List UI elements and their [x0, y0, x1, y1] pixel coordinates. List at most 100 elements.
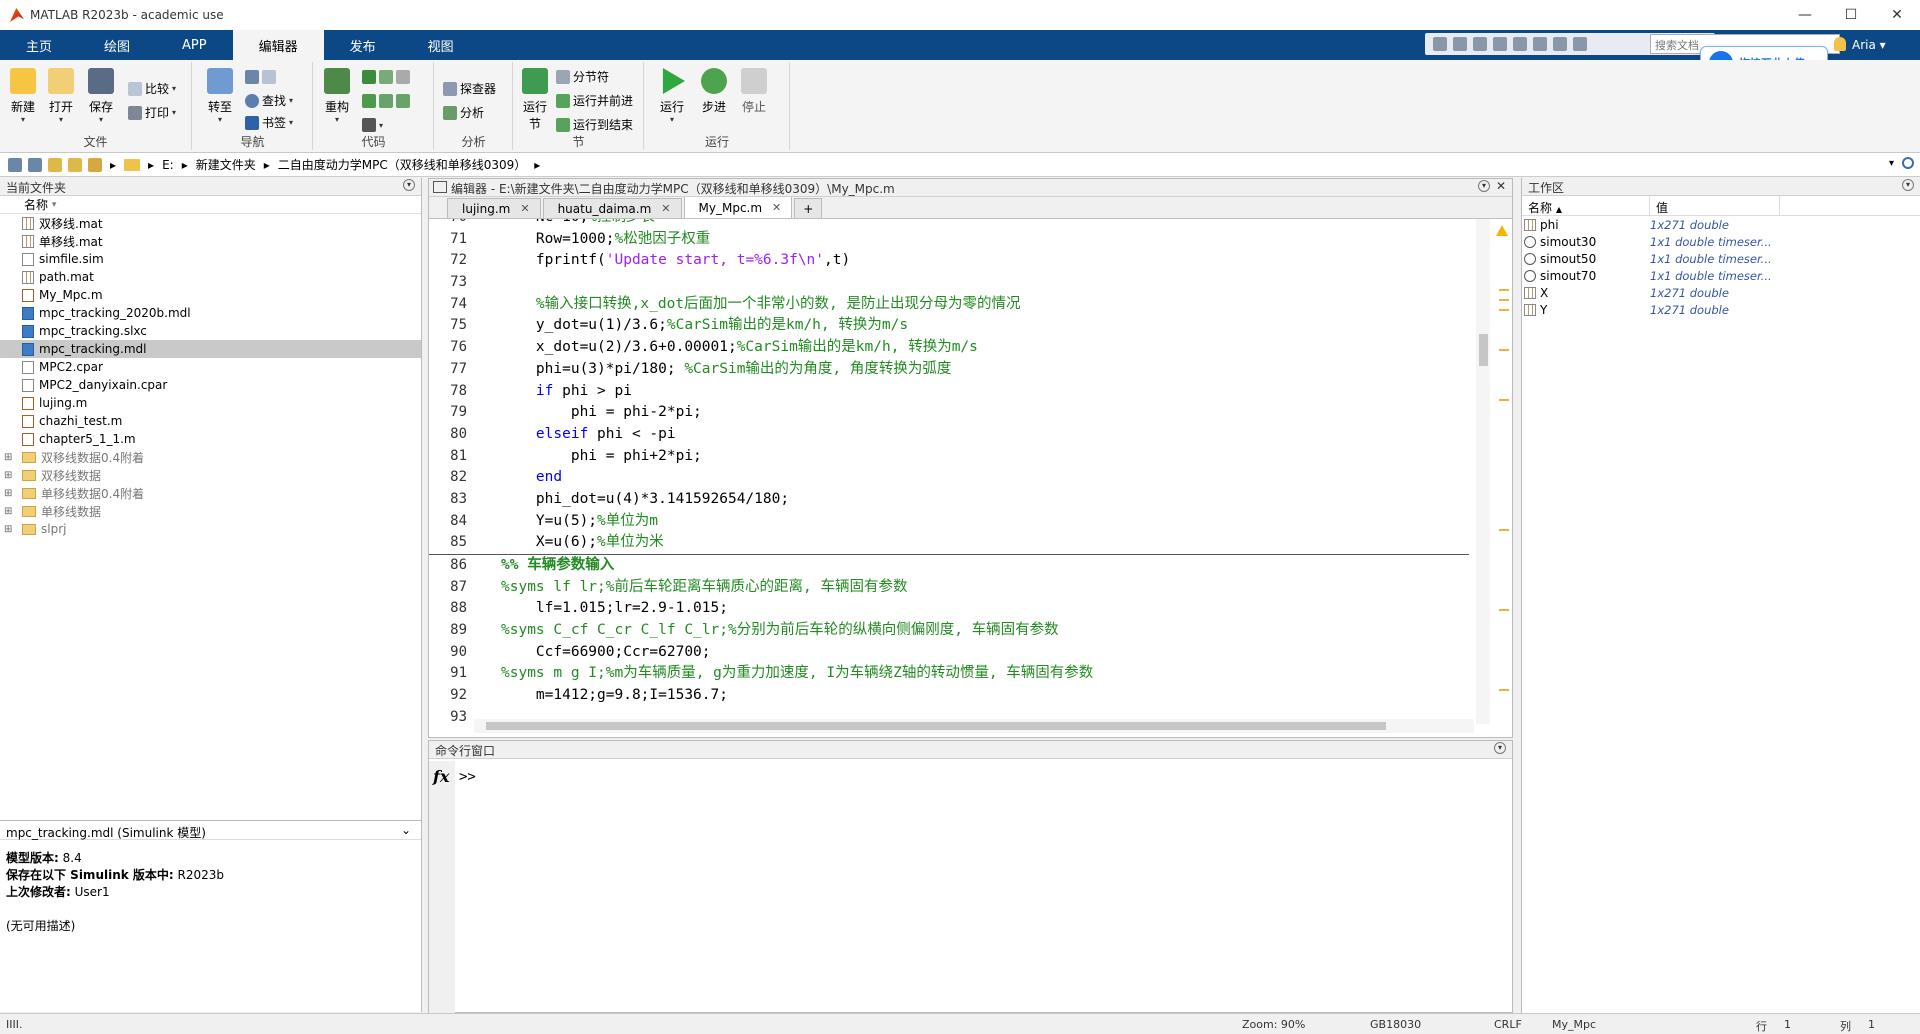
file-item[interactable]: lujing.m	[0, 394, 421, 412]
code-line[interactable]: 80 elseif phi < -pi	[429, 424, 1489, 446]
run-advance-button[interactable]: 运行并前进	[556, 92, 633, 109]
breadcrumb-folder2[interactable]: 二自由度动力学MPC（双移线和单移线0309）	[278, 156, 527, 173]
address-search-icon[interactable]	[1902, 157, 1914, 169]
refactor-button[interactable]: 重构 ▾	[320, 68, 354, 124]
code-line[interactable]: 92 m=1412;g=9.8;I=1536.7;	[429, 685, 1489, 707]
close-editor-icon[interactable]: ✕	[1496, 179, 1506, 193]
browse-icon[interactable]	[88, 157, 102, 172]
folder-item[interactable]: ⊞ 单移线数据	[0, 502, 421, 520]
chevron-down-icon[interactable]: ⌄	[401, 823, 411, 837]
file-item[interactable]: chapter5_1_1.m	[0, 430, 421, 448]
indent-buttons[interactable]	[362, 94, 410, 108]
goto-button[interactable]: 转至 ▾	[203, 68, 237, 124]
command-prompt[interactable]: >>	[459, 769, 476, 785]
file-item[interactable]: chazhi_test.m	[0, 412, 421, 430]
close-tab-icon[interactable]: ✕	[661, 202, 670, 215]
tab-apps[interactable]: APP	[156, 30, 233, 60]
expand-icon[interactable]: ⊞	[4, 452, 12, 463]
folder-item[interactable]: ⊞ 单移线数据0.4附着	[0, 484, 421, 502]
workspace-name-column[interactable]: 名称 ▲	[1522, 196, 1650, 215]
tab-huatu[interactable]: huatu_daima.m ✕	[542, 198, 682, 218]
code-line[interactable]: 70 Nc=10;%控制步长	[429, 219, 1489, 229]
save-button[interactable]: 保存 ▾	[84, 68, 118, 124]
details-header[interactable]: mpc_tracking.mdl (Simulink 模型) ⌄	[0, 820, 421, 840]
print-button[interactable]: 打印 ▾	[128, 104, 176, 121]
code-line[interactable]: 78 if phi > pi	[429, 381, 1489, 403]
file-item[interactable]: MPC2.cpar	[0, 358, 421, 376]
tab-my-mpc[interactable]: My_Mpc.m ✕	[683, 196, 793, 218]
run-button[interactable]: 运行 ▾	[655, 68, 689, 124]
workspace-variable[interactable]: simout50 1x1 double timeser...	[1522, 250, 1920, 267]
expand-icon[interactable]: ⊞	[4, 470, 12, 481]
horizontal-scrollbar[interactable]	[474, 719, 1474, 733]
file-item[interactable]: mpc_tracking.slxc	[0, 322, 421, 340]
workspace-variable[interactable]: Y 1x271 double	[1522, 301, 1920, 318]
folder-item[interactable]: ⊞ slprj	[0, 520, 421, 538]
breadcrumb-drive[interactable]: E:	[162, 158, 174, 172]
code-line[interactable]: 91 %syms m g I;%m为车辆质量, g为重力加速度, I为车辆绕Z轴的…	[429, 663, 1489, 685]
file-item[interactable]: path.mat	[0, 268, 421, 286]
tab-home[interactable]: 主页	[0, 30, 78, 60]
find-button[interactable]: 查找 ▾	[245, 92, 293, 109]
open-button[interactable]: 打开 ▾	[44, 68, 78, 124]
close-tab-icon[interactable]: ✕	[772, 201, 781, 214]
run-section-button[interactable]: 运行节	[518, 68, 552, 132]
code-line[interactable]: 79 phi = phi-2*pi;	[429, 402, 1489, 424]
code-line[interactable]: 77 phi=u(3)*pi/180; %CarSim输出的为角度, 角度转换为…	[429, 359, 1489, 381]
name-column-header[interactable]: 名称 ▾	[0, 196, 421, 214]
code-line[interactable]: 71 Row=1000;%松弛因子权重	[429, 229, 1489, 251]
file-item[interactable]: 单移线.mat	[0, 232, 421, 250]
switch-windows-icon[interactable]	[1553, 37, 1567, 51]
tab-lujing[interactable]: lujing.m ✕	[447, 198, 541, 218]
folder-item[interactable]: ⊞ 双移线数据0.4附着	[0, 448, 421, 466]
folder-item[interactable]: ⊞ 双移线数据	[0, 466, 421, 484]
code-line[interactable]: 86 %% 车辆参数输入	[429, 555, 1489, 577]
comment-buttons[interactable]	[362, 70, 410, 84]
expand-icon[interactable]: ⊞	[4, 488, 12, 499]
workspace-variable[interactable]: simout30 1x1 double timeser...	[1522, 233, 1920, 250]
paste-icon[interactable]	[1493, 37, 1507, 51]
code-line[interactable]: 81 phi = phi+2*pi;	[429, 446, 1489, 468]
h-scroll-thumb[interactable]	[486, 722, 1386, 730]
tab-view[interactable]: 视图	[402, 30, 480, 60]
file-item[interactable]: My_Mpc.m	[0, 286, 421, 304]
code-line[interactable]: 88 lf=1.015;lr=2.9-1.015;	[429, 598, 1489, 620]
forward-icon[interactable]	[28, 157, 42, 172]
stop-button[interactable]: 停止	[737, 68, 771, 115]
workspace-value-column[interactable]: 值	[1650, 196, 1780, 215]
expand-icon[interactable]: ⊞	[4, 524, 12, 535]
undo-icon[interactable]	[1513, 37, 1527, 51]
panel-menu-icon[interactable]: ▾	[403, 179, 415, 191]
notification-icon[interactable]	[1834, 37, 1846, 51]
code-line[interactable]: 82 end	[429, 467, 1489, 489]
code-line[interactable]: 87 %syms lf lr;%前后车轮距离车辆质心的距离, 车辆固有参数	[429, 577, 1489, 599]
code-line[interactable]: 76 x_dot=u(2)/3.6+0.00001;%CarSim输出的是km/…	[429, 337, 1489, 359]
analyze-button[interactable]: 分析	[443, 104, 484, 121]
code-line[interactable]: 90 Ccf=66900;Ccr=62700;	[429, 642, 1489, 664]
close-tab-icon[interactable]: ✕	[520, 202, 529, 215]
minimize-icon[interactable]: —	[1782, 0, 1828, 30]
code-line[interactable]: 84 Y=u(5);%单位为m	[429, 511, 1489, 533]
code-line[interactable]: 74 %输入接口转换,x_dot后面加一个非常小的数, 是防止出现分母为零的情况	[429, 294, 1489, 316]
workspace-variable[interactable]: phi 1x271 double	[1522, 216, 1920, 233]
save-icon[interactable]	[1433, 37, 1447, 51]
fx-icon[interactable]: fx	[433, 767, 449, 786]
workspace-variable[interactable]: X 1x271 double	[1522, 284, 1920, 301]
panel-menu-icon[interactable]: ▾	[1494, 742, 1506, 754]
scroll-thumb[interactable]	[1479, 334, 1488, 366]
up-folder-icon[interactable]	[48, 157, 62, 172]
code-line[interactable]: 85 X=u(6);%单位为米	[429, 532, 1489, 554]
user-menu[interactable]: Aria ▾	[1852, 38, 1886, 52]
close-icon[interactable]: ✕	[1874, 0, 1920, 30]
run-to-end-button[interactable]: 运行到结束	[556, 116, 633, 133]
breadcrumb-folder1[interactable]: 新建文件夹	[196, 156, 256, 173]
vertical-scrollbar[interactable]	[1476, 219, 1490, 724]
tab-plots[interactable]: 绘图	[78, 30, 156, 60]
back-icon[interactable]	[8, 157, 22, 172]
code-line[interactable]: 83 phi_dot=u(4)*3.141592654/180;	[429, 489, 1489, 511]
file-item[interactable]: mpc_tracking.mdl	[0, 340, 421, 358]
code-line[interactable]: 72 fprintf('Update start, t=%6.3f\n',t)	[429, 250, 1489, 272]
file-item[interactable]: 双移线.mat	[0, 214, 421, 232]
copy-icon[interactable]	[1473, 37, 1487, 51]
cut-icon[interactable]	[1453, 37, 1467, 51]
